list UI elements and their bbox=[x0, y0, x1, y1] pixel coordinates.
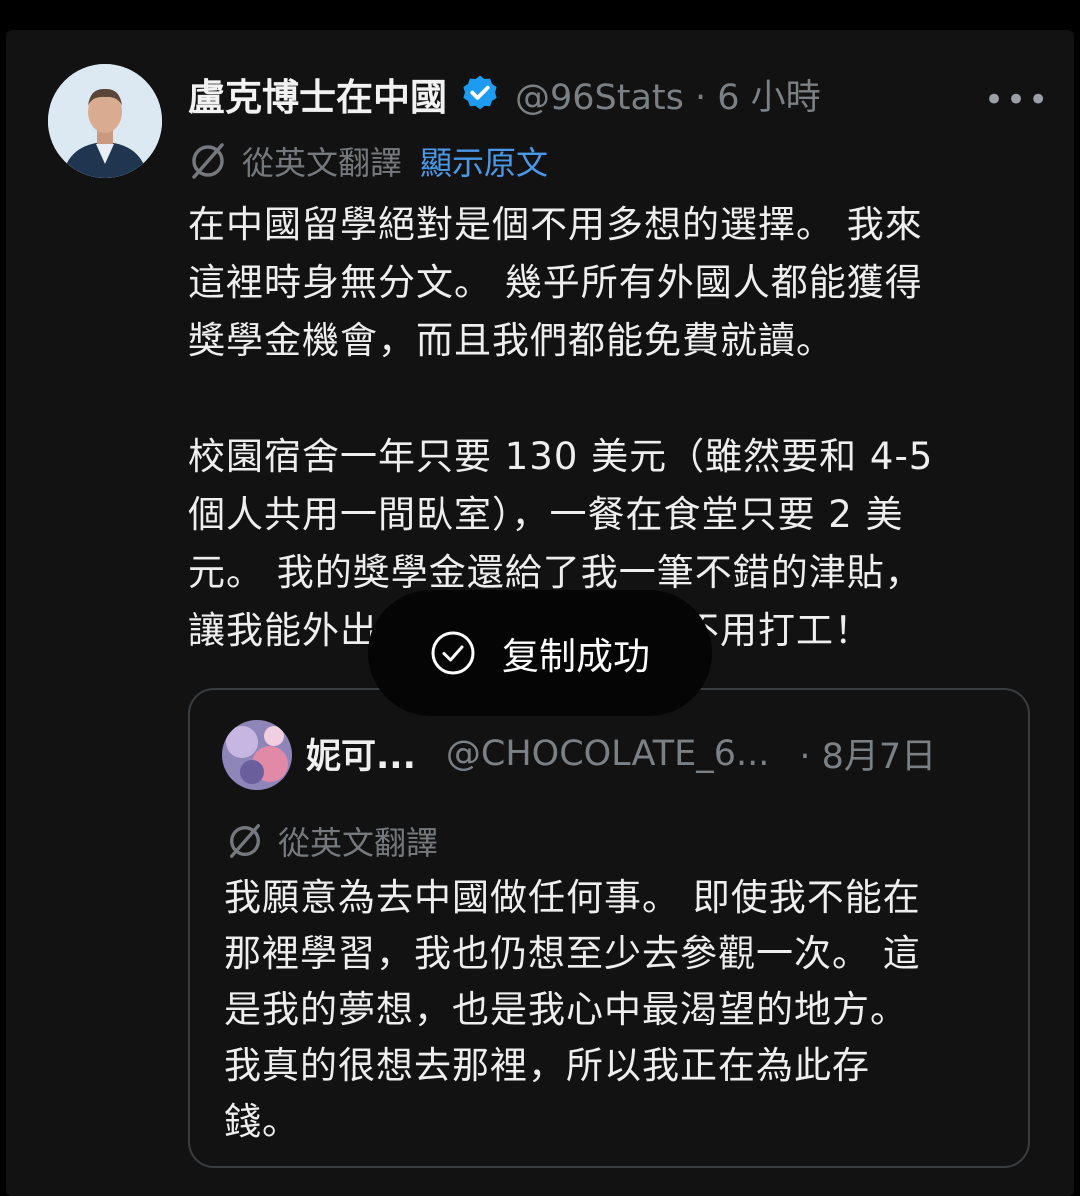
show-original-link[interactable]: 顯示原文 bbox=[420, 138, 548, 184]
quoted-line: 我願意為去中國做任何事。 即使我不能在 bbox=[224, 876, 921, 919]
quoted-text: 我願意為去中國做任何事。 即使我不能在 那裡學習，我也仍想至少去參觀一次。 這 … bbox=[224, 870, 1004, 1150]
translated-label: 從英文翻譯 bbox=[242, 144, 403, 182]
translation-row: 從英文翻譯 顯示原文 bbox=[188, 138, 548, 184]
more-icon[interactable]: ••• bbox=[984, 80, 1050, 120]
translate-icon bbox=[230, 824, 260, 858]
quoted-line: 那裡學習，我也仍想至少去參觀一次。 這 bbox=[224, 932, 921, 975]
avatar[interactable] bbox=[48, 64, 162, 178]
quoted-date: · 8月7日 bbox=[799, 737, 937, 777]
check-circle-icon bbox=[431, 631, 475, 675]
quoted-avatar[interactable] bbox=[222, 720, 292, 790]
quoted-translation-row: 從英文翻譯 bbox=[226, 818, 438, 864]
quoted-header: 妮可... @CHOCOLATE_6... · 8月7日 bbox=[306, 728, 936, 779]
handle-and-time: @96Stats · 6 小時 bbox=[515, 77, 821, 118]
quoted-line: 錢。 bbox=[224, 1100, 300, 1143]
quoted-line: 是我的夢想，也是我心中最渴望的地方。 bbox=[224, 988, 908, 1031]
quoted-display-name[interactable]: 妮可... bbox=[306, 728, 416, 779]
display-name[interactable]: 盧克博士在中國 bbox=[188, 67, 447, 121]
tweet-header: 盧克博士在中國 @96Stats · 6 小時 bbox=[188, 66, 821, 122]
quoted-handle: @CHOCOLATE_6... bbox=[445, 733, 770, 774]
tweet-line: 獎學金機會，而且我們都能免費就讀。 bbox=[188, 319, 834, 362]
tweet-line: 個人共用一間臥室），一餐在食堂只要 2 美 bbox=[188, 493, 904, 536]
tweet-line: 這裡時身無分文。 幾乎所有外國人都能獲得 bbox=[188, 261, 923, 304]
tweet-line: 校園宿舍一年只要 130 美元（雖然要和 4-5 bbox=[188, 435, 934, 478]
quoted-tweet[interactable]: 妮可... @CHOCOLATE_6... · 8月7日 從英文翻譯 我願意為去… bbox=[188, 688, 1030, 1168]
tweet-line: 在中國留學絕對是個不用多想的選擇。 我來 bbox=[188, 203, 923, 246]
copy-success-toast: 复制成功 bbox=[368, 590, 712, 716]
toast-text: 复制成功 bbox=[502, 635, 650, 678]
verified-badge-icon bbox=[463, 75, 497, 110]
quoted-line: 我真的很想去那裡，所以我正在為此存 bbox=[224, 1044, 870, 1087]
translate-icon bbox=[192, 143, 224, 179]
quoted-translated-label: 從英文翻譯 bbox=[278, 824, 439, 862]
